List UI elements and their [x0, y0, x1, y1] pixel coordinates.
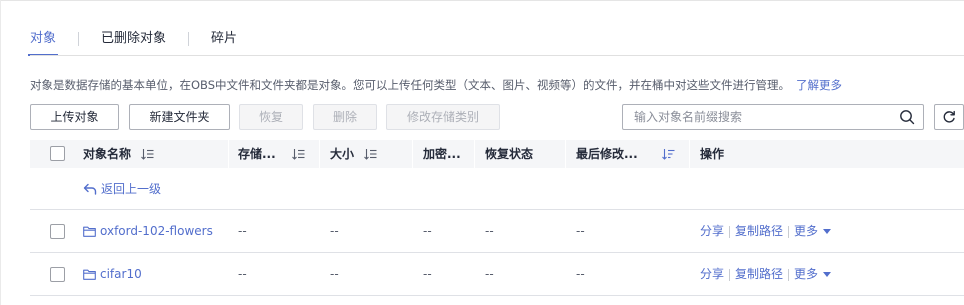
back-arrow-icon — [83, 183, 97, 195]
table-row: cifar10 -- -- -- -- -- 分享 复制路径 更多 — [30, 253, 964, 296]
copy-path-link[interactable]: 复制路径 — [735, 210, 783, 253]
column-header-last-modified[interactable]: 最后修改... — [576, 140, 638, 168]
objects-table: 对象名称 存储... 大小 加密... 恢复状态 最后修改... 操作 返回上一… — [30, 140, 964, 296]
encryption-cell: -- — [423, 224, 432, 238]
column-divider — [474, 140, 475, 168]
sort-icon[interactable] — [292, 148, 305, 160]
share-link[interactable]: 分享 — [700, 210, 724, 253]
restore-status-cell: -- — [485, 267, 494, 281]
search-icon[interactable] — [899, 109, 915, 125]
select-all-checkbox[interactable] — [50, 146, 65, 161]
change-storage-class-button[interactable]: 修改存储类别 — [386, 104, 500, 130]
refresh-icon — [943, 110, 955, 123]
column-header-operations: 操作 — [700, 147, 725, 161]
folder-link[interactable]: cifar10 — [83, 253, 142, 296]
caret-down-icon — [823, 272, 832, 277]
share-link[interactable]: 分享 — [700, 253, 724, 296]
operation-divider — [729, 268, 731, 281]
column-divider — [228, 140, 229, 168]
back-row: 返回上一级 — [30, 168, 964, 210]
column-divider — [689, 140, 690, 168]
back-to-parent-link[interactable]: 返回上一级 — [83, 168, 161, 210]
storage-cell: -- — [238, 224, 247, 238]
column-divider — [565, 140, 566, 168]
search-input[interactable] — [623, 105, 893, 129]
tab-fragments[interactable]: 碎片 — [211, 30, 237, 56]
top-border — [0, 0, 964, 1]
left-border — [0, 0, 1, 305]
column-header-storage[interactable]: 存储... — [238, 140, 276, 168]
operation-divider — [729, 225, 731, 238]
last-modified-cell: -- — [576, 267, 585, 281]
operations-cell: 分享 复制路径 更多 — [700, 253, 832, 296]
last-modified-cell: -- — [576, 224, 585, 238]
table-row: oxford-102-flowers -- -- -- -- -- 分享 复制路… — [30, 210, 964, 253]
operation-divider — [788, 268, 790, 281]
sort-desc-icon[interactable] — [662, 148, 675, 160]
copy-path-link[interactable]: 复制路径 — [735, 253, 783, 296]
storage-cell: -- — [238, 267, 247, 281]
operation-divider — [788, 225, 790, 238]
back-label: 返回上一级 — [101, 182, 162, 196]
search-box — [622, 104, 924, 130]
page-description: 对象是数据存储的基本单位，在OBS中文件和文件夹都是对象。您可以上传任何类型（文… — [30, 77, 842, 93]
tabs-underline — [30, 55, 964, 56]
table-header: 对象名称 存储... 大小 加密... 恢复状态 最后修改... 操作 — [30, 140, 964, 168]
tab-bar: 对象 已删除对象 碎片 — [27, 30, 237, 56]
more-label: 更多 — [794, 267, 819, 281]
column-divider — [319, 140, 320, 168]
column-divider — [412, 140, 413, 168]
delete-button[interactable]: 删除 — [313, 104, 377, 130]
folder-name: cifar10 — [100, 267, 142, 281]
folder-link[interactable]: oxford-102-flowers — [83, 210, 213, 253]
column-name-label: 对象名称 — [83, 147, 132, 161]
refresh-button[interactable] — [934, 104, 964, 130]
operations-cell: 分享 复制路径 更多 — [700, 210, 832, 253]
learn-more-link[interactable]: 了解更多 — [796, 78, 842, 92]
row-checkbox[interactable] — [50, 224, 65, 239]
more-label: 更多 — [794, 224, 819, 238]
sort-icon[interactable] — [141, 148, 154, 160]
size-cell: -- — [330, 267, 339, 281]
tab-objects[interactable]: 对象 — [27, 30, 59, 56]
restore-button[interactable]: 恢复 — [239, 104, 303, 130]
encryption-cell: -- — [423, 267, 432, 281]
column-header-encryption[interactable]: 加密... — [423, 140, 461, 168]
column-header-size[interactable]: 大小 — [330, 140, 354, 168]
more-dropdown[interactable]: 更多 — [794, 210, 832, 253]
upload-object-button[interactable]: 上传对象 — [30, 104, 119, 130]
tab-deleted-objects[interactable]: 已删除对象 — [101, 30, 166, 56]
tab-divider — [188, 32, 190, 46]
size-cell: -- — [330, 224, 339, 238]
more-dropdown[interactable]: 更多 — [794, 253, 832, 296]
column-header-restore-status: 恢复状态 — [485, 147, 534, 161]
folder-icon — [83, 269, 96, 280]
folder-icon — [83, 226, 96, 237]
description-text: 对象是数据存储的基本单位，在OBS中文件和文件夹都是对象。您可以上传任何类型（文… — [30, 78, 791, 92]
tab-divider — [78, 32, 80, 46]
sort-icon[interactable] — [364, 148, 377, 160]
folder-name: oxford-102-flowers — [100, 224, 213, 238]
column-header-name[interactable]: 对象名称 — [83, 140, 131, 168]
row-checkbox[interactable] — [50, 267, 65, 282]
new-folder-button[interactable]: 新建文件夹 — [129, 104, 230, 130]
restore-status-cell: -- — [485, 224, 494, 238]
caret-down-icon — [823, 229, 832, 234]
